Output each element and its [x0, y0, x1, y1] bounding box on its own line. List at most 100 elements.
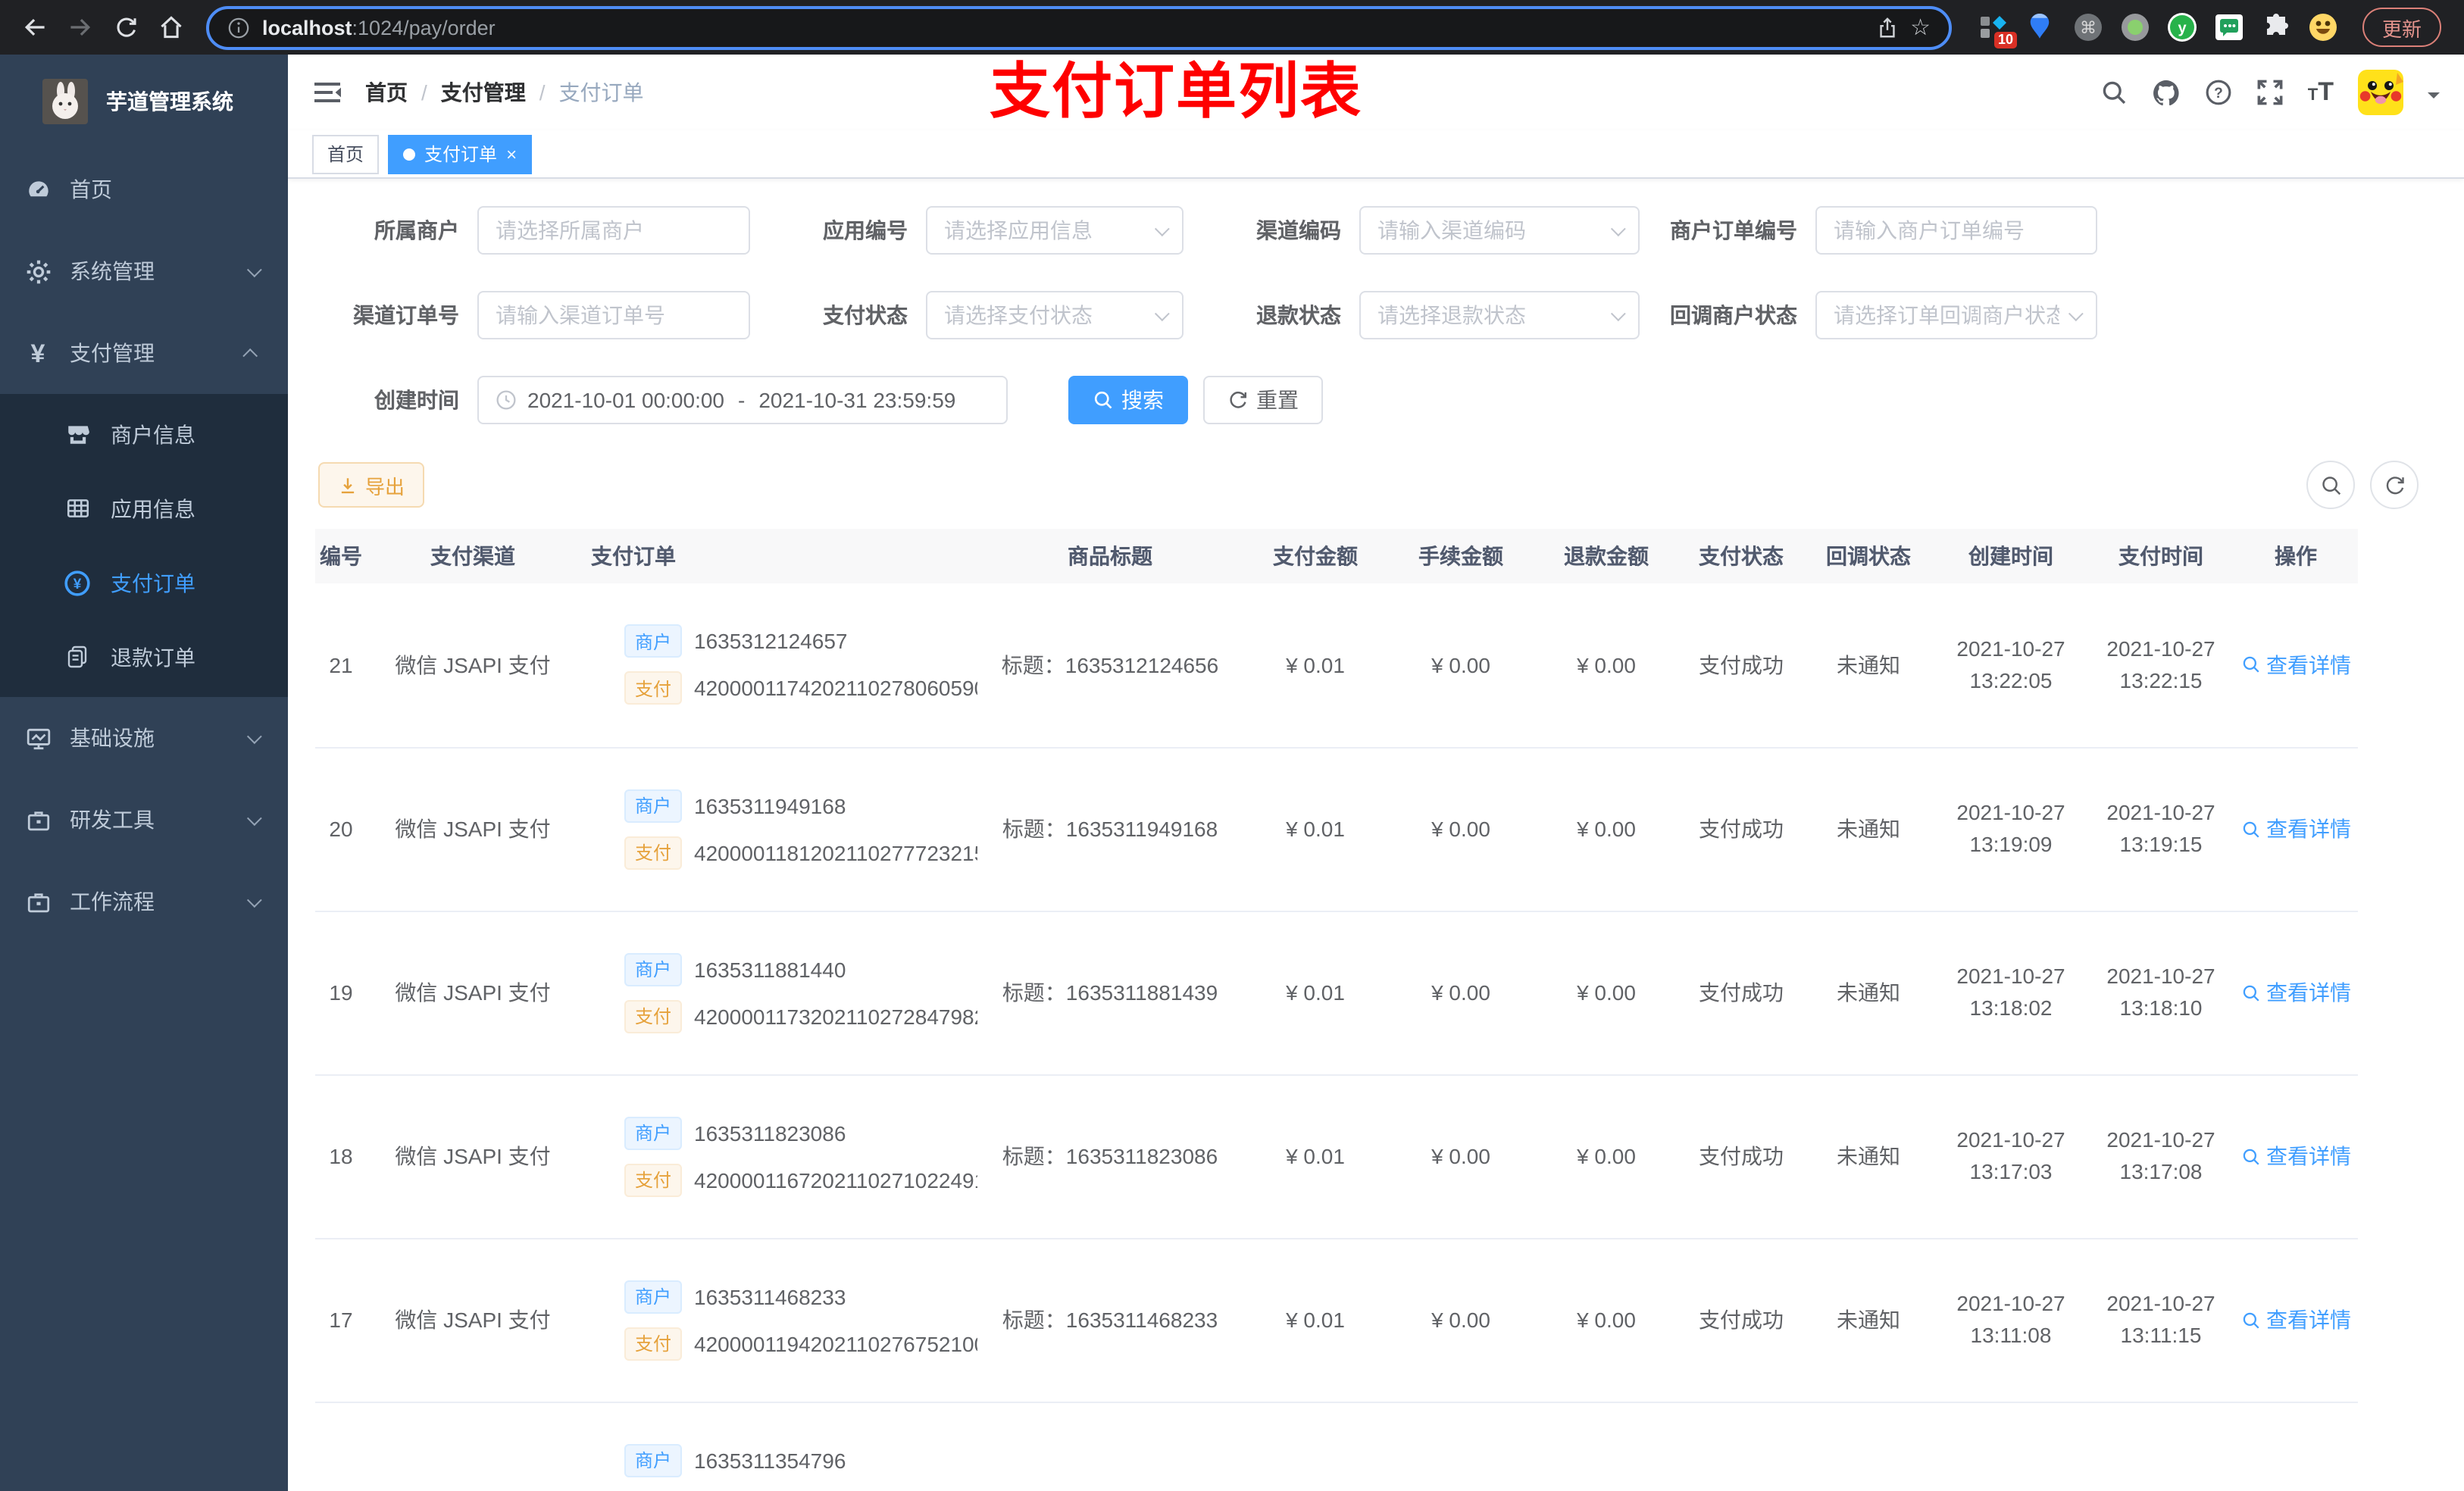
channel-code-select[interactable]: 请输入渠道编码: [1359, 206, 1640, 255]
cell-actions: 查看详情: [2234, 911, 2358, 1075]
tag-pay-order[interactable]: 支付订单 ×: [388, 134, 533, 173]
col-pay-amount: 支付金额: [1243, 529, 1388, 583]
cell-title: 标题：1635311881439: [977, 911, 1243, 1075]
extension-dot-icon[interactable]: [2120, 12, 2150, 42]
col-title: 商品标题: [977, 529, 1243, 583]
extension-grid-icon[interactable]: 10: [1979, 12, 2017, 48]
refresh-table-button[interactable]: [2370, 461, 2419, 509]
view-detail-link[interactable]: 查看详情: [2240, 814, 2351, 844]
help-icon[interactable]: ?: [2205, 79, 2232, 106]
extension-command-icon[interactable]: ⌘: [2073, 12, 2103, 42]
address-bar[interactable]: localhost:1024/pay/order ☆: [206, 5, 1952, 49]
browser-back-button[interactable]: [15, 8, 55, 47]
cell-fee-amount: ¥ 0.00: [1388, 583, 1534, 748]
browser-reload-button[interactable]: [106, 8, 145, 47]
filter-label: 回调商户状态: [1670, 303, 1797, 327]
sidebar-item-infrastructure[interactable]: 基础设施: [0, 697, 288, 779]
github-icon[interactable]: [2152, 78, 2181, 107]
breadcrumb-section[interactable]: 支付管理: [441, 77, 526, 108]
browser-home-button[interactable]: [152, 8, 191, 47]
merchant-order-no: 1635311823086: [694, 1121, 846, 1145]
export-button[interactable]: 导出: [318, 462, 425, 508]
sidebar-item-app-info[interactable]: 应用信息: [0, 471, 288, 545]
merchant-order-no-input[interactable]: 请输入商户订单编号: [1815, 206, 2097, 255]
cell-pay-amount: ¥ 0.01: [1243, 583, 1388, 748]
briefcase-icon: [24, 889, 52, 914]
extension-y-icon[interactable]: y: [2167, 12, 2197, 42]
extension-chat-icon[interactable]: [2214, 12, 2244, 42]
pay-status-select[interactable]: 请选择支付状态: [926, 291, 1184, 339]
chevron-down-icon: [1154, 305, 1170, 321]
channel-order-no-input[interactable]: 请输入渠道订单号: [477, 291, 750, 339]
sidebar-item-dev-tools[interactable]: 研发工具: [0, 779, 288, 861]
document-icon: [64, 644, 91, 670]
browser-menu-icon[interactable]: ⋮: [2456, 14, 2464, 41]
share-icon[interactable]: [1875, 16, 1898, 39]
cell-channel: [367, 1402, 579, 1491]
yen-icon: ¥: [30, 339, 45, 367]
font-size-icon[interactable]: TT: [2308, 77, 2334, 108]
merchant-input[interactable]: 请选择所属商户: [477, 206, 750, 255]
callback-status-select[interactable]: 请选择订单回调商户状态: [1815, 291, 2097, 339]
breadcrumb-home[interactable]: 首页: [365, 77, 408, 108]
cell-channel: 微信 JSAPI 支付: [367, 1074, 579, 1239]
extension-balloon-icon[interactable]: [2026, 12, 2056, 42]
sidebar-item-pay-order[interactable]: ¥ 支付订单: [0, 545, 288, 620]
sidebar-item-home[interactable]: 首页: [0, 148, 288, 230]
create-time-range-input[interactable]: 2021-10-01 00:00:00 - 2021-10-31 23:59:5…: [477, 376, 1008, 424]
extension-puzzle-icon[interactable]: [2261, 12, 2291, 42]
chevron-down-icon: [1154, 220, 1170, 236]
sidebar-item-merchant-info[interactable]: 商户信息: [0, 397, 288, 471]
sidebar-item-label: 支付管理: [70, 341, 155, 365]
fullscreen-icon[interactable]: [2256, 79, 2284, 106]
sidebar-item-system[interactable]: 系统管理: [0, 230, 288, 312]
filter-callback-status: 回调商户状态 请选择订单回调商户状态: [1664, 291, 2097, 339]
sidebar-item-refund-order[interactable]: 退款订单: [0, 620, 288, 694]
app-logo[interactable]: 芋道管理系统: [0, 55, 288, 148]
breadcrumb-current: 支付订单: [558, 80, 644, 105]
svg-text:¥: ¥: [73, 576, 82, 592]
view-detail-link[interactable]: 查看详情: [2240, 1141, 2351, 1171]
cell-refund-amount: ¥ 0.00: [1534, 583, 1679, 748]
tag-home[interactable]: 首页: [312, 134, 380, 173]
view-detail-link[interactable]: 查看详情: [2240, 1305, 2351, 1335]
cell-actions: [2234, 1402, 2358, 1491]
search-button[interactable]: 搜索: [1068, 376, 1188, 424]
avatar[interactable]: [2358, 70, 2403, 115]
bookmark-star-icon[interactable]: ☆: [1910, 14, 1931, 41]
search-icon[interactable]: [2100, 79, 2128, 106]
browser-update-button[interactable]: 更新: [2362, 8, 2442, 47]
browser-forward-button[interactable]: [61, 8, 100, 47]
extension-emoji-icon[interactable]: [2308, 12, 2338, 42]
cell-channel: 微信 JSAPI 支付: [367, 747, 579, 911]
cell-fee-amount: ¥ 0.00: [1388, 1238, 1534, 1402]
refund-status-select[interactable]: 请选择退款状态: [1359, 291, 1640, 339]
merchant-tag: 商户: [624, 1116, 683, 1149]
chevron-up-icon: [242, 347, 258, 363]
cell-pay-amount: ¥ 0.01: [1243, 1074, 1388, 1239]
avatar-caret-icon[interactable]: [2428, 92, 2440, 105]
channel-pay-no: 4200001174202110278060590766: [694, 676, 977, 701]
col-callback-status: 回调状态: [1803, 529, 1934, 583]
app-select[interactable]: 请选择应用信息: [926, 206, 1184, 255]
clock-icon: [496, 389, 517, 411]
view-detail-link[interactable]: 查看详情: [2240, 650, 2351, 680]
sidebar-item-workflow[interactable]: 工作流程: [0, 861, 288, 942]
cell-channel: 微信 JSAPI 支付: [367, 1238, 579, 1402]
view-detail-link[interactable]: 查看详情: [2240, 977, 2351, 1008]
show-search-toggle-button[interactable]: [2306, 461, 2355, 509]
active-dot-icon: [403, 148, 416, 160]
col-pay-status: 支付状态: [1679, 529, 1803, 583]
cell-pay-status: 支付成功: [1679, 1074, 1803, 1239]
cell-fee-amount: ¥ 0.00: [1388, 747, 1534, 911]
sidebar-collapse-icon[interactable]: [312, 77, 342, 108]
channel-pay-no: 4200001167202110271022491439: [694, 1167, 977, 1192]
sidebar-item-payment[interactable]: ¥ 支付管理: [0, 312, 288, 394]
close-icon[interactable]: ×: [506, 143, 517, 164]
reset-button[interactable]: 重置: [1203, 376, 1323, 424]
merchant-order-no: 1635311881440: [694, 957, 846, 981]
chevron-down-icon: [1610, 305, 1626, 321]
cell-pay-status: 支付成功: [1679, 1238, 1803, 1402]
site-info-icon[interactable]: [227, 16, 250, 39]
gear-icon: [24, 258, 52, 284]
